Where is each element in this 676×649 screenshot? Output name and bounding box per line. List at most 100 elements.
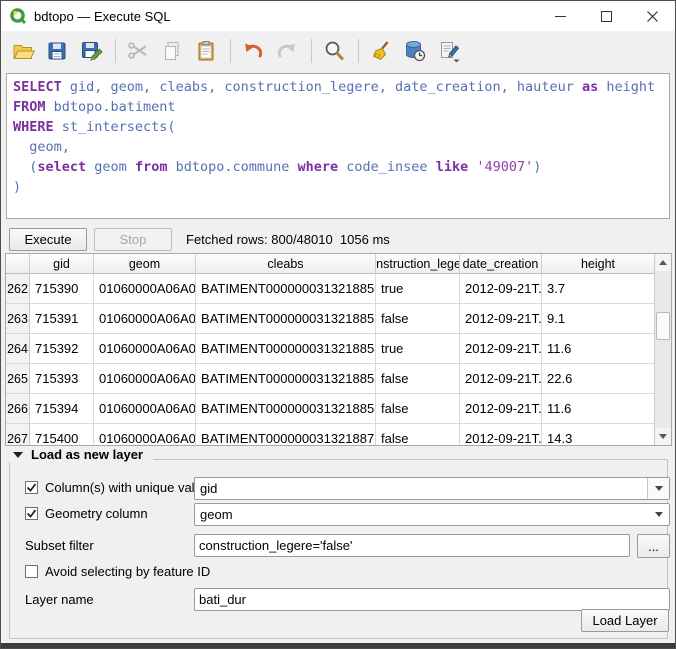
qgis-logo-icon: [9, 7, 27, 25]
load-layer-button[interactable]: Load Layer: [581, 609, 669, 632]
geometry-column-combobox[interactable]: geom: [194, 503, 670, 526]
column-header-height[interactable]: height: [542, 254, 655, 274]
row-number[interactable]: 267: [6, 424, 30, 446]
row-number[interactable]: 266: [6, 394, 30, 424]
cut-icon: [122, 35, 154, 67]
window-bottom-edge: [1, 643, 675, 648]
cell-date_creation[interactable]: 2012-09-21T...: [460, 394, 542, 424]
cell-construction_legere[interactable]: true: [376, 334, 460, 364]
chevron-down-icon[interactable]: [647, 478, 669, 499]
cell-date_creation[interactable]: 2012-09-21T...: [460, 334, 542, 364]
cell-date_creation[interactable]: 2012-09-21T...: [460, 304, 542, 334]
cell-height[interactable]: 3.7: [542, 274, 655, 304]
row-number[interactable]: 263: [6, 304, 30, 334]
undo-icon[interactable]: [237, 35, 269, 67]
subset-filter-browse-button[interactable]: ...: [637, 534, 670, 558]
cell-height[interactable]: 9.1: [542, 304, 655, 334]
column-header-geom[interactable]: geom: [94, 254, 196, 274]
cell-gid[interactable]: 715392: [30, 334, 94, 364]
execute-button[interactable]: Execute: [9, 228, 87, 251]
stop-button: Stop: [94, 228, 172, 251]
save-icon[interactable]: [41, 35, 73, 67]
window-title: bdtopo — Execute SQL: [34, 9, 171, 24]
column-header-cleabs[interactable]: cleabs: [196, 254, 376, 274]
cell-height[interactable]: 14.3: [542, 424, 655, 446]
cell-cleabs[interactable]: BATIMENT0000000313218857: [196, 304, 376, 334]
cell-construction_legere[interactable]: false: [376, 364, 460, 394]
cell-construction_legere[interactable]: false: [376, 394, 460, 424]
result-grid-header: gidgeomcleabsconstruction_legeredate_cre…: [6, 254, 671, 274]
geometry-column-checkbox[interactable]: [25, 507, 38, 520]
row-header-corner[interactable]: [6, 254, 30, 274]
cell-gid[interactable]: 715391: [30, 304, 94, 334]
unique-values-checkbox[interactable]: [25, 481, 38, 494]
zoom-icon[interactable]: [318, 35, 350, 67]
cell-construction_legere[interactable]: false: [376, 424, 460, 446]
collapse-triangle-icon: [13, 452, 23, 458]
cell-height[interactable]: 22.6: [542, 364, 655, 394]
avoid-feature-id-label: Avoid selecting by feature ID: [45, 564, 210, 579]
subset-filter-input[interactable]: [194, 534, 630, 557]
cell-date_creation[interactable]: 2012-09-21T...: [460, 424, 542, 446]
cell-height[interactable]: 11.6: [542, 334, 655, 364]
cell-construction_legere[interactable]: true: [376, 274, 460, 304]
clear-icon[interactable]: [365, 35, 397, 67]
cell-height[interactable]: 11.6: [542, 394, 655, 424]
cell-date_creation[interactable]: 2012-09-21T...: [460, 274, 542, 304]
maximize-button[interactable]: [583, 1, 629, 31]
table-row: 26371539101060000A06A0...BATIMENT0000000…: [6, 304, 671, 334]
layer-name-label: Layer name: [25, 592, 94, 607]
fetched-rows-status: Fetched rows: 800/48010 1056 ms: [186, 232, 390, 247]
chevron-down-icon[interactable]: [648, 504, 669, 525]
unique-values-label: Column(s) with unique values: [45, 480, 216, 495]
cell-gid[interactable]: 715394: [30, 394, 94, 424]
column-header-date_creation[interactable]: date_creation: [460, 254, 542, 274]
cell-cleabs[interactable]: BATIMENT0000000313218855: [196, 394, 376, 424]
cell-geom[interactable]: 01060000A06A0...: [94, 304, 196, 334]
minimize-button[interactable]: [537, 1, 583, 31]
result-grid[interactable]: gidgeomcleabsconstruction_legeredate_cre…: [5, 253, 672, 446]
create-view-icon[interactable]: [433, 35, 465, 67]
row-number[interactable]: 264: [6, 334, 30, 364]
geometry-column-label: Geometry column: [45, 506, 148, 521]
cell-date_creation[interactable]: 2012-09-21T...: [460, 364, 542, 394]
cell-gid[interactable]: 715400: [30, 424, 94, 446]
cell-cleabs[interactable]: BATIMENT0000000313218873: [196, 424, 376, 446]
column-header-gid[interactable]: gid: [30, 254, 94, 274]
sql-editor[interactable]: SELECT gid, geom, cleabs, construction_l…: [6, 73, 670, 219]
table-row: 26771540001060000A06A0...BATIMENT0000000…: [6, 424, 671, 446]
cell-construction_legere[interactable]: false: [376, 304, 460, 334]
query-history-icon[interactable]: [399, 35, 431, 67]
open-file-icon[interactable]: [7, 35, 39, 67]
titlebar: bdtopo — Execute SQL: [1, 1, 675, 31]
cell-geom[interactable]: 01060000A06A0...: [94, 364, 196, 394]
table-row: 26271539001060000A06A0...BATIMENT0000000…: [6, 274, 671, 304]
save-as-icon[interactable]: [75, 35, 107, 67]
paste-icon[interactable]: [190, 35, 222, 67]
cell-cleabs[interactable]: BATIMENT0000000313218858: [196, 334, 376, 364]
toolbar-separator: [115, 39, 116, 63]
row-number[interactable]: 265: [6, 364, 30, 394]
close-button[interactable]: [629, 1, 675, 31]
scroll-up-icon[interactable]: [655, 254, 671, 271]
cell-geom[interactable]: 01060000A06A0...: [94, 274, 196, 304]
copy-icon: [156, 35, 188, 67]
scrollbar-thumb[interactable]: [656, 312, 670, 340]
cell-gid[interactable]: 715393: [30, 364, 94, 394]
result-grid-body: 26271539001060000A06A0...BATIMENT0000000…: [6, 274, 671, 446]
cell-cleabs[interactable]: BATIMENT0000000313218859: [196, 274, 376, 304]
layer-name-input[interactable]: [194, 588, 670, 611]
column-header-construction_legere[interactable]: construction_legere: [376, 254, 460, 274]
cell-geom[interactable]: 01060000A06A0...: [94, 424, 196, 446]
vertical-scrollbar[interactable]: [654, 254, 671, 445]
unique-values-combobox[interactable]: gid: [194, 477, 670, 500]
scroll-down-icon[interactable]: [655, 428, 671, 445]
load-as-new-layer-header[interactable]: Load as new layer: [9, 447, 153, 462]
cell-geom[interactable]: 01060000A06A0...: [94, 334, 196, 364]
row-number[interactable]: 262: [6, 274, 30, 304]
sql-line: (select geom from bdtopo.commune where c…: [13, 157, 663, 177]
cell-gid[interactable]: 715390: [30, 274, 94, 304]
cell-geom[interactable]: 01060000A06A0...: [94, 394, 196, 424]
cell-cleabs[interactable]: BATIMENT0000000313218853: [196, 364, 376, 394]
avoid-feature-id-checkbox[interactable]: [25, 565, 38, 578]
